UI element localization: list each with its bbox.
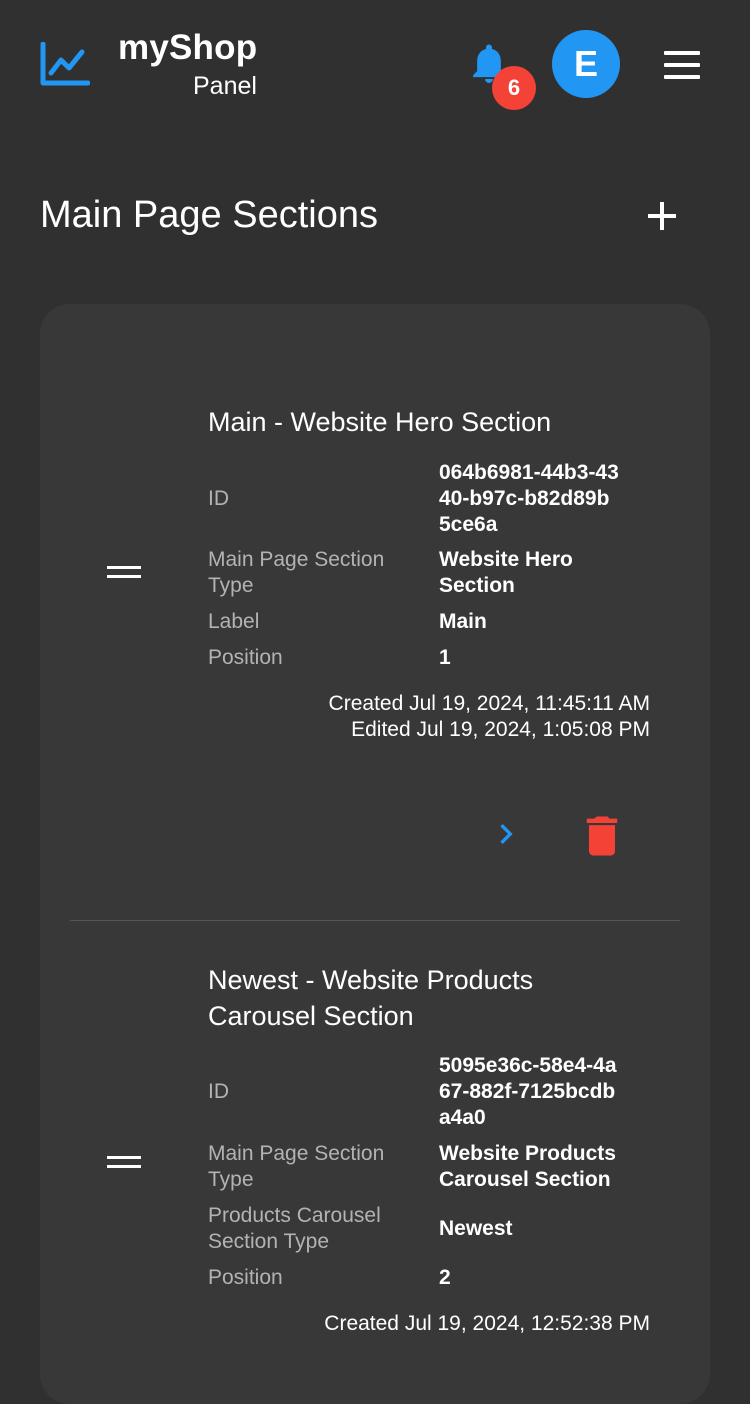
field-value: Website Products Carousel Section [439, 1142, 616, 1191]
sections-list-card: Main - Website Hero Section ID 064b6981-… [40, 304, 710, 1404]
chart-line-icon [40, 42, 90, 86]
field-value: Website Hero Section [439, 548, 573, 597]
chevron-right-icon[interactable] [486, 814, 526, 854]
section-title: Newest - Website Products Carousel Secti… [208, 965, 534, 1031]
field-value: 064b6981-44b3-4340-b97c-b82d89b5ce6a [439, 461, 619, 536]
drag-handle-icon[interactable] [107, 566, 141, 584]
created-timestamp: Created Jul 19, 2024, 11:45:11 AM [328, 692, 650, 715]
field-label: Products Carousel Section Type [208, 1204, 381, 1253]
field-value: Newest [439, 1217, 513, 1240]
plus-icon[interactable] [640, 194, 684, 238]
field-value: 2 [439, 1266, 451, 1289]
field-value: Main [439, 610, 487, 633]
field-label: Main Page Section Type [208, 548, 385, 597]
field-row-type: Main Page Section Type Website Products … [208, 1141, 658, 1193]
field-value: 5095e36c-58e4-4a67-882f-7125bcdba4a0 [439, 1054, 617, 1129]
brand-subtitle: Panel [193, 72, 257, 100]
field-label: Label [208, 610, 260, 633]
field-row-position: Position 2 [208, 1265, 658, 1291]
section-list-item: Main - Website Hero Section ID 064b6981-… [70, 304, 680, 921]
field-label: ID [208, 1080, 229, 1103]
top-app-bar: myShop Panel 6 E [0, 0, 750, 130]
user-avatar[interactable]: E [552, 30, 620, 98]
page-title: Main Page Sections [40, 194, 378, 236]
trash-icon[interactable] [576, 810, 628, 862]
field-row-carousel-type: Products Carousel Section Type Newest [208, 1203, 658, 1255]
field-row-id: ID 064b6981-44b3-4340-b97c-b82d89b5ce6a [208, 460, 658, 538]
field-row-id: ID 5095e36c-58e4-4a67-882f-7125bcdba4a0 [208, 1053, 658, 1131]
field-row-label: Label Main [208, 609, 658, 635]
brand-title: myShop [118, 28, 258, 67]
field-label: Position [208, 646, 283, 669]
hamburger-menu-icon[interactable] [660, 48, 704, 82]
edited-timestamp: Edited Jul 19, 2024, 1:05:08 PM [351, 718, 650, 741]
field-row-position: Position 1 [208, 645, 658, 671]
field-label: Position [208, 1266, 283, 1289]
field-label: Main Page Section Type [208, 1142, 385, 1191]
section-list-item: Newest - Website Products Carousel Secti… [70, 921, 680, 1404]
notification-badge: 6 [492, 66, 536, 110]
field-value: 1 [439, 646, 451, 669]
created-timestamp: Created Jul 19, 2024, 12:52:38 PM [324, 1312, 650, 1335]
drag-handle-icon[interactable] [107, 1156, 141, 1174]
field-label: ID [208, 487, 229, 510]
section-title: Main - Website Hero Section [208, 407, 552, 437]
field-row-type: Main Page Section Type Website Hero Sect… [208, 547, 658, 599]
